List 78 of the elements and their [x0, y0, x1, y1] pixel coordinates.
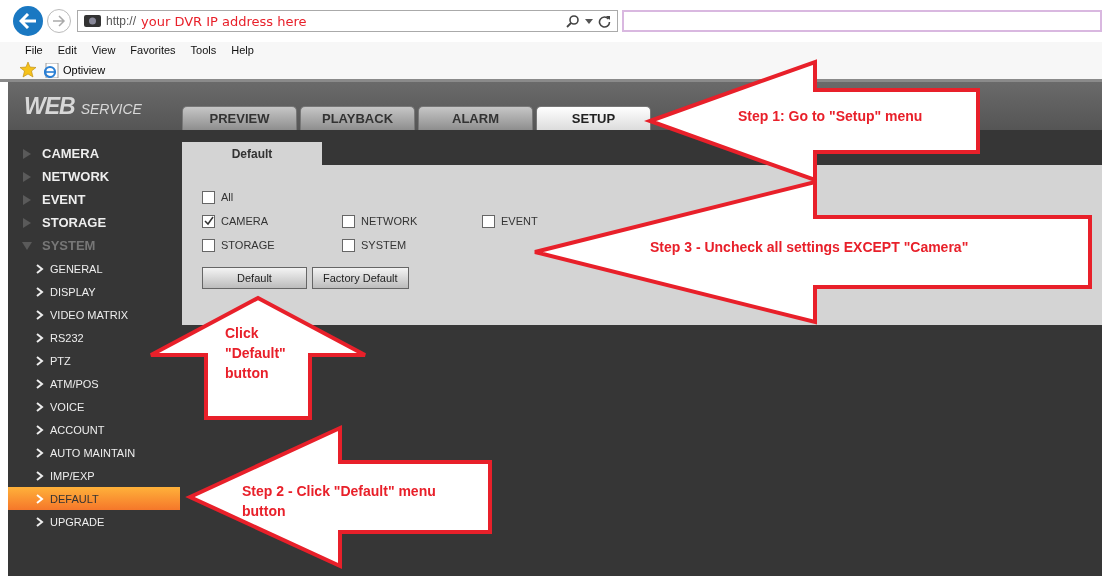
back-button[interactable]	[13, 6, 43, 36]
checkbox[interactable]	[202, 214, 215, 228]
menu-item[interactable]: File	[25, 44, 43, 56]
checkbox[interactable]	[202, 238, 215, 252]
sidebar-item[interactable]: PTZ	[8, 349, 71, 372]
right-arrow-icon	[52, 15, 66, 27]
menu-item[interactable]: Favorites	[130, 44, 176, 56]
chevron-icon	[36, 309, 44, 320]
sidebar-section[interactable]: CAMERA	[8, 142, 182, 165]
sidebar-section[interactable]: NETWORK	[8, 165, 182, 188]
checkbox[interactable]	[342, 214, 355, 228]
nav-tab[interactable]: ALARM	[418, 106, 533, 130]
chevron-icon	[36, 286, 44, 297]
checkbox[interactable]	[482, 214, 495, 228]
checkbox-option[interactable]: EVENT	[482, 209, 612, 233]
browser-icon	[44, 62, 59, 78]
sidebar-item[interactable]: DISPLAY	[8, 280, 96, 303]
chevron-icon	[36, 470, 44, 481]
refresh-icon[interactable]	[598, 14, 611, 28]
nav-tab[interactable]: PREVIEW	[182, 106, 297, 130]
menu-item[interactable]: Help	[231, 44, 254, 56]
action-button[interactable]: Factory Default	[312, 267, 409, 289]
sidebar-item[interactable]: ATM/POS	[8, 372, 99, 395]
sidebar-section[interactable]: EVENT	[8, 188, 182, 211]
sidebar-item[interactable]: UPGRADE	[8, 510, 105, 533]
checkbox-option[interactable]: STORAGE	[202, 233, 332, 257]
sidebar-item[interactable]: DEFAULT	[8, 487, 180, 510]
checkbox-option[interactable]: CAMERA	[202, 209, 332, 233]
left-arrow-icon	[19, 13, 37, 29]
chevron-icon	[36, 401, 44, 412]
url-text: your DVR IP address here	[141, 13, 307, 29]
checkbox-option[interactable]: SYSTEM	[342, 233, 472, 257]
menu-item[interactable]: View	[91, 44, 116, 56]
sidebar-item[interactable]: IMP/EXP	[8, 464, 95, 487]
chevron-icon	[36, 493, 44, 504]
sidebar-item[interactable]: VIDEO MATRIX	[8, 303, 129, 326]
right-triangle-icon	[22, 171, 32, 182]
nav-tab[interactable]: SETUP	[536, 106, 651, 130]
right-triangle-icon	[22, 194, 32, 205]
chevron-icon	[36, 263, 44, 274]
tab-field[interactable]	[622, 10, 1102, 32]
checkbox[interactable]	[342, 238, 355, 252]
star-icon[interactable]	[20, 62, 38, 78]
action-button[interactable]: Default	[202, 267, 307, 289]
sidebar-item[interactable]: GENERAL	[8, 257, 103, 280]
right-triangle-icon	[22, 217, 32, 228]
address-bar[interactable]: http:// your DVR IP address here	[77, 10, 618, 32]
callout-text: Step 2 - Click "Default" menu button	[242, 482, 437, 521]
favorite-link[interactable]: Optiview	[44, 62, 106, 78]
url-prefix: http://	[106, 14, 137, 28]
chevron-icon	[36, 378, 44, 389]
caret-icon[interactable]	[585, 18, 593, 24]
callout-text: Step 3 - Uncheck all settings EXCEPT "Camera"	[650, 238, 970, 257]
panel-tab[interactable]: Default	[182, 142, 322, 165]
checkbox-option[interactable]: NETWORK	[342, 209, 472, 233]
sidebar-item[interactable]: AUTO MAINTAIN	[8, 441, 136, 464]
chevron-icon	[36, 447, 44, 458]
checkbox[interactable]	[202, 190, 215, 204]
nav-tab[interactable]: PLAYBACK	[300, 106, 415, 130]
sidebar-item[interactable]: VOICE	[8, 395, 85, 418]
checkbox-option[interactable]: All	[202, 185, 332, 209]
search-icon[interactable]	[566, 14, 580, 28]
callout-text: Step 1: Go to "Setup" menu	[738, 107, 924, 126]
logo-subtitle: SERVICE	[80, 100, 142, 117]
callout-text: Click "Default" button	[225, 324, 287, 383]
chevron-icon	[36, 355, 44, 366]
right-triangle-icon	[22, 148, 32, 159]
chevron-icon	[36, 516, 44, 527]
sidebar-section[interactable]: STORAGE	[8, 211, 182, 234]
menu-item[interactable]: Tools	[190, 44, 217, 56]
down-triangle-icon	[22, 240, 32, 251]
sidebar-item[interactable]: RS232	[8, 326, 84, 349]
chevron-icon	[36, 332, 44, 343]
camera-icon	[84, 15, 101, 27]
menu-item[interactable]: Edit	[57, 44, 77, 56]
sidebar-item[interactable]: ACCOUNT	[8, 418, 105, 441]
logo-text: WEB	[24, 92, 75, 120]
chevron-icon	[36, 424, 44, 435]
